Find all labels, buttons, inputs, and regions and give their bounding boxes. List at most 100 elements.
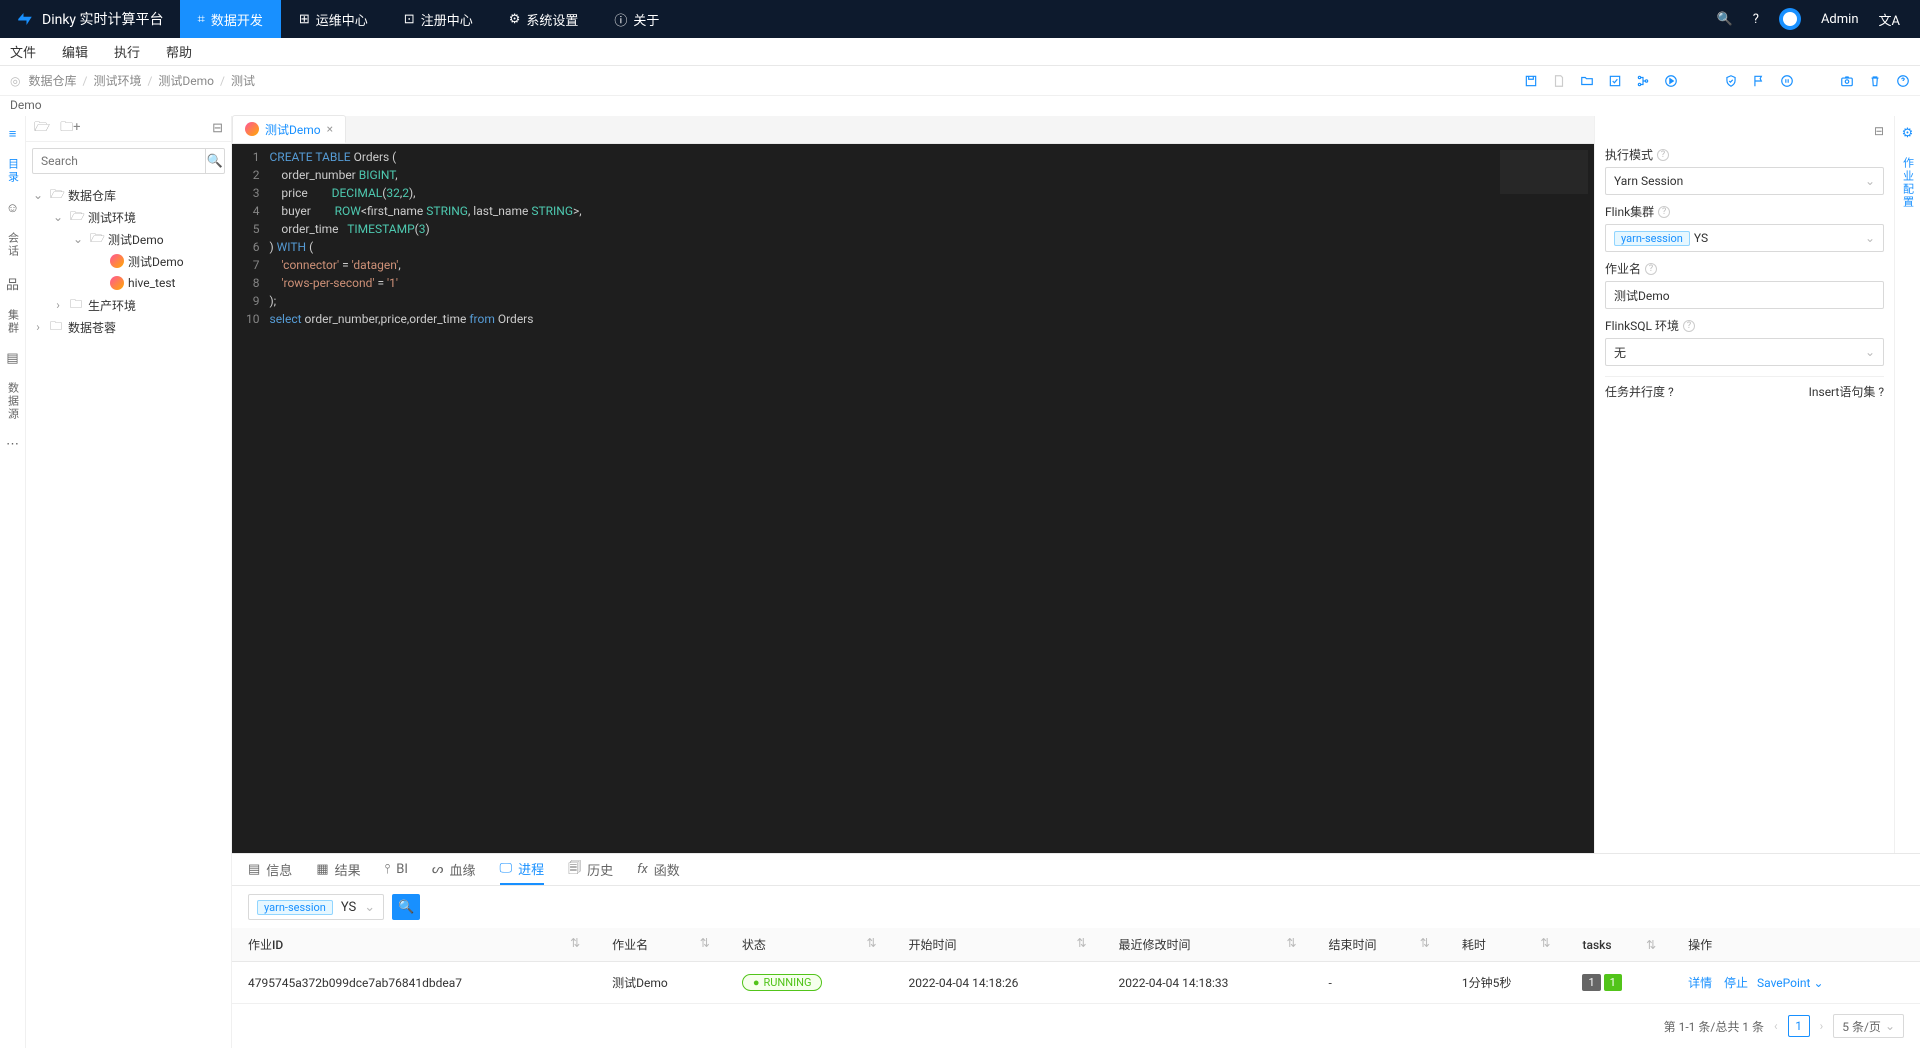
job-name-input[interactable]: 测试Demo bbox=[1605, 281, 1884, 309]
cell-id: 4795745a372b099dce7ab76841dbdea7 bbox=[232, 962, 596, 1004]
node-root[interactable]: ⌄🗁数据仓库 bbox=[30, 184, 227, 206]
node-demo-file[interactable]: 测试Demo bbox=[30, 250, 227, 272]
minimap[interactable] bbox=[1500, 150, 1588, 194]
rail-cluster[interactable]: 集群 bbox=[5, 309, 21, 335]
catalog-icon[interactable]: ≡ bbox=[9, 126, 17, 142]
filter-search-button[interactable]: 🔍 bbox=[392, 894, 420, 920]
btab-info[interactable]: ▤信息 bbox=[248, 854, 292, 885]
aim-icon[interactable]: ◎ bbox=[10, 74, 20, 88]
pager-prev[interactable]: ‹ bbox=[1774, 1019, 1778, 1033]
tool-check-icon[interactable] bbox=[1608, 74, 1622, 88]
pager-size[interactable]: 5 条/页⌄ bbox=[1833, 1014, 1904, 1038]
nav-about[interactable]: ⓘ关于 bbox=[596, 0, 677, 38]
node-env-test[interactable]: ⌄🗁测试环境 bbox=[30, 206, 227, 228]
col-modified[interactable]: 最近修改时间⇅ bbox=[1103, 928, 1313, 962]
col-tasks[interactable]: tasks⇅ bbox=[1566, 928, 1672, 962]
tab-demo[interactable]: 测试Demo × bbox=[232, 115, 346, 143]
tree-search-input[interactable] bbox=[32, 148, 206, 174]
tool-help-icon[interactable] bbox=[1896, 74, 1910, 88]
code-editor[interactable]: 12345678910 CREATE TABLE Orders ( order_… bbox=[232, 144, 1594, 853]
nav-settings[interactable]: ⚙系统设置 bbox=[491, 0, 597, 38]
crumb-2[interactable]: 测试Demo bbox=[158, 72, 214, 89]
node-hive-file[interactable]: hive_test bbox=[30, 272, 227, 294]
status-badge: RUNNING bbox=[742, 974, 823, 991]
gutter: 12345678910 bbox=[232, 144, 270, 853]
node-root2[interactable]: ›🗀数据苍蓉 bbox=[30, 316, 227, 338]
tool-shield-icon[interactable] bbox=[1724, 74, 1738, 88]
col-end[interactable]: 结束时间⇅ bbox=[1313, 928, 1446, 962]
nav-data-dev[interactable]: ⌗数据开发 bbox=[180, 0, 281, 38]
session-icon[interactable]: ☺ bbox=[6, 200, 19, 216]
help-icon[interactable]: ? bbox=[1753, 12, 1759, 27]
mode-select[interactable]: Yarn Session⌄ bbox=[1605, 167, 1884, 195]
filter-cluster-select[interactable]: yarn-sessionYS⌄ bbox=[248, 894, 384, 920]
help-insert-icon[interactable]: ? bbox=[1878, 385, 1884, 399]
menu-file[interactable]: 文件 bbox=[10, 42, 36, 61]
tool-pause-icon[interactable] bbox=[1780, 74, 1794, 88]
panel-collapse-icon[interactable]: ⊟ bbox=[1874, 124, 1884, 138]
crumb-0[interactable]: 数据仓库 bbox=[28, 72, 76, 89]
btab-history[interactable]: 🗐历史 bbox=[568, 854, 613, 885]
node-demo-folder[interactable]: ⌄🗁测试Demo bbox=[30, 228, 227, 250]
gear-icon[interactable]: ⚙ bbox=[1902, 126, 1914, 141]
col-jobname[interactable]: 作业名⇅ bbox=[596, 928, 726, 962]
help-env-icon[interactable]: ? bbox=[1683, 320, 1695, 332]
help-parallel-icon[interactable]: ? bbox=[1668, 385, 1674, 399]
cluster-select[interactable]: yarn-sessionYS⌄ bbox=[1605, 224, 1884, 252]
op-detail[interactable]: 详情 bbox=[1688, 976, 1712, 990]
language-icon[interactable]: 文A bbox=[1879, 10, 1900, 29]
op-stop[interactable]: 停止 bbox=[1724, 976, 1748, 990]
datasource-icon[interactable]: ▤ bbox=[6, 351, 18, 366]
col-duration[interactable]: 耗时⇅ bbox=[1446, 928, 1567, 962]
nav-registry[interactable]: ⊡注册中心 bbox=[386, 0, 491, 38]
btab-result[interactable]: ▦结果 bbox=[316, 854, 360, 885]
breadcrumb-bar: ◎ 数据仓库/ 测试环境/ 测试Demo/ 测试 bbox=[0, 66, 1920, 96]
tool-delete-icon[interactable] bbox=[1868, 74, 1882, 88]
pager-text: 第 1-1 条/总共 1 条 bbox=[1664, 1018, 1764, 1035]
menu-edit[interactable]: 编辑 bbox=[62, 42, 88, 61]
tool-open-icon[interactable] bbox=[1580, 74, 1594, 88]
tool-flag-icon[interactable] bbox=[1752, 74, 1766, 88]
folder-open-icon[interactable]: 🗁 bbox=[34, 118, 50, 140]
help-cluster-icon[interactable]: ? bbox=[1658, 206, 1670, 218]
pager-next[interactable]: › bbox=[1820, 1019, 1824, 1033]
menu-run[interactable]: 执行 bbox=[114, 42, 140, 61]
btab-lineage[interactable]: ᔕ血缘 bbox=[432, 854, 476, 885]
rail-catalog[interactable]: 目录 bbox=[5, 158, 21, 184]
tree-panel: 🗁 🗀+ ⊟ 🔍 ⌄🗁数据仓库 ⌄🗁测试环境 ⌄🗁测试Demo 测试Demo h… bbox=[26, 116, 232, 1048]
col-status[interactable]: 状态⇅ bbox=[726, 928, 893, 962]
rail-job-config[interactable]: 作业配置 bbox=[1900, 157, 1916, 209]
node-env-prod[interactable]: ›🗀生产环境 bbox=[30, 294, 227, 316]
help-mode-icon[interactable]: ? bbox=[1657, 149, 1669, 161]
tab-close-icon[interactable]: × bbox=[327, 122, 333, 136]
nav-ops[interactable]: ⊞运维中心 bbox=[281, 0, 386, 38]
search-icon[interactable]: 🔍 bbox=[1717, 12, 1733, 27]
tool-camera-icon[interactable] bbox=[1840, 74, 1854, 88]
job-config-panel: ⊟ 执行模式? Yarn Session⌄ Flink集群? yarn-sess… bbox=[1594, 116, 1894, 853]
env-select[interactable]: 无⌄ bbox=[1605, 338, 1884, 366]
op-savepoint[interactable]: SavePoint ⌄ bbox=[1757, 976, 1824, 990]
crumb-1[interactable]: 测试环境 bbox=[93, 72, 141, 89]
tool-save-icon[interactable] bbox=[1524, 74, 1538, 88]
collapse-icon[interactable]: ⊟ bbox=[212, 121, 223, 136]
btab-func[interactable]: fx函数 bbox=[637, 854, 680, 885]
btab-bi[interactable]: ⫯BI bbox=[385, 854, 408, 885]
btab-process[interactable]: 🖵进程 bbox=[500, 854, 545, 885]
col-jobid[interactable]: 作业ID⇅ bbox=[232, 928, 596, 962]
cluster-icon[interactable]: 品 bbox=[6, 274, 19, 293]
col-start[interactable]: 开始时间⇅ bbox=[893, 928, 1103, 962]
user-name[interactable]: Admin bbox=[1821, 12, 1859, 27]
rail-session[interactable]: 会话 bbox=[5, 232, 21, 258]
rail-datasource[interactable]: 数据源 bbox=[5, 382, 21, 421]
tool-export-icon[interactable] bbox=[1552, 74, 1566, 88]
help-job-icon[interactable]: ? bbox=[1645, 263, 1657, 275]
menu-help[interactable]: 帮助 bbox=[166, 42, 192, 61]
pager-page[interactable]: 1 bbox=[1788, 1015, 1810, 1037]
more-icon[interactable]: ⋯ bbox=[6, 437, 19, 452]
catalog-tree: ⌄🗁数据仓库 ⌄🗁测试环境 ⌄🗁测试Demo 测试Demo hive_test … bbox=[26, 180, 231, 342]
avatar[interactable] bbox=[1779, 8, 1801, 30]
tree-search-button[interactable]: 🔍 bbox=[206, 148, 225, 174]
folder-add-icon[interactable]: 🗀+ bbox=[60, 118, 80, 140]
tool-tree-icon[interactable] bbox=[1636, 74, 1650, 88]
tool-play-icon[interactable] bbox=[1664, 74, 1678, 88]
